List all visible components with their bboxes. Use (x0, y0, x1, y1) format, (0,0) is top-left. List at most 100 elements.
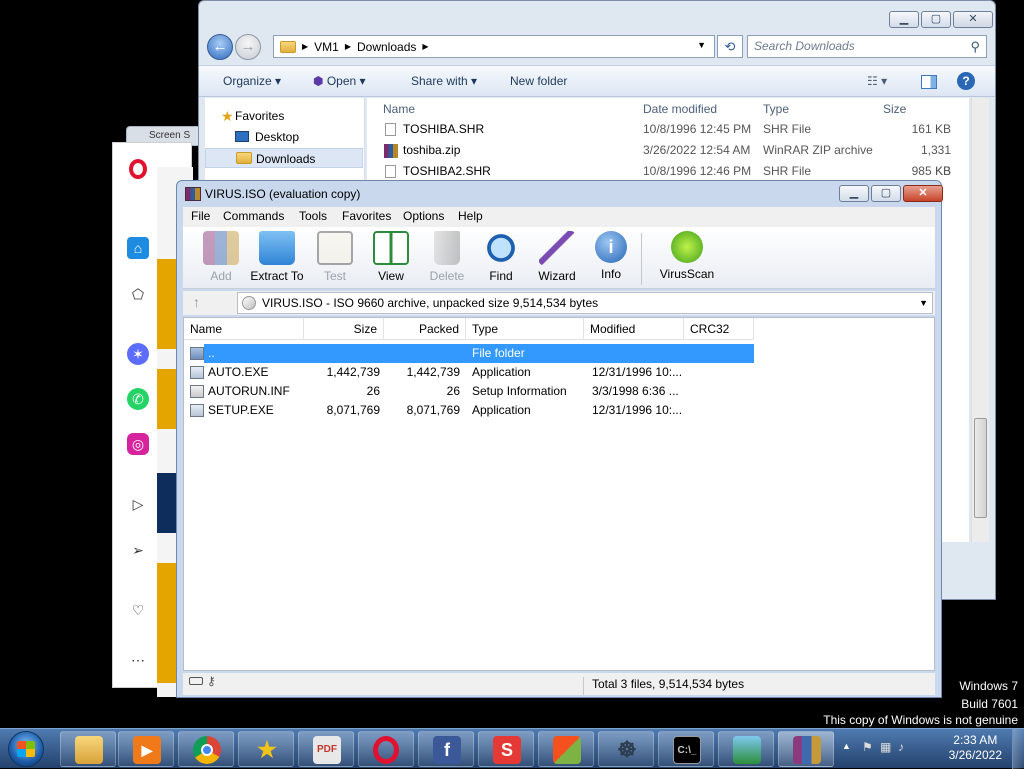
wizard-button[interactable]: Wizard (527, 231, 587, 283)
back-button[interactable]: ← (207, 34, 233, 60)
close-button[interactable]: ✕ (953, 11, 993, 28)
up-one-level-icon[interactable]: ↑ (193, 294, 200, 310)
winrar-window[interactable]: VIRUS.ISO (evaluation copy) ▁ ▢ ✕ File C… (176, 180, 943, 698)
heart-icon[interactable]: ♡ (127, 599, 149, 621)
minimize-button[interactable]: ▁ (839, 185, 869, 202)
taskbar-ccleaner[interactable]: ☸ (598, 731, 654, 767)
taskbar-opera[interactable] (358, 731, 414, 767)
add-button[interactable]: Add (191, 231, 251, 283)
winrar-app-icon (185, 187, 201, 201)
column-header-modified[interactable]: Modified (584, 318, 684, 340)
taskbar-app-s[interactable]: S (478, 731, 534, 767)
menu-commands[interactable]: Commands (223, 209, 284, 223)
key-icon: ⚷ (207, 674, 216, 688)
maximize-icon: ▢ (880, 187, 892, 199)
address-dropdown-icon[interactable]: ▼ (697, 40, 706, 50)
file-row[interactable]: TOSHIBA.SHR 10/8/1996 12:45 PM SHR File … (367, 119, 967, 140)
maximize-button[interactable]: ▢ (871, 185, 901, 202)
minimize-button[interactable]: ▁ (889, 11, 919, 28)
test-button[interactable]: Test (305, 231, 365, 283)
open-menu[interactable]: ⬢ Open ▾ (313, 74, 366, 88)
share-with-menu[interactable]: Share with ▾ (411, 74, 477, 88)
column-header-crc32[interactable]: CRC32 (684, 318, 754, 340)
new-folder-button[interactable]: New folder (510, 74, 567, 88)
nav-favorites[interactable]: ★ Favorites (205, 106, 363, 126)
menu-help[interactable]: Help (458, 209, 483, 223)
menu-file[interactable]: File (191, 209, 210, 223)
taskbar-media-player[interactable]: ▶ (118, 731, 174, 767)
path-dropdown-icon[interactable]: ▼ (919, 293, 928, 313)
taskbar-chrome[interactable] (178, 731, 234, 767)
home-icon[interactable]: ⌂ (127, 237, 149, 259)
pinboard-icon[interactable]: ⬠ (127, 283, 149, 305)
column-header-type[interactable]: Type (763, 102, 789, 116)
parent-folder-row[interactable]: .. File folder (186, 344, 754, 363)
extract-to-button[interactable]: Extract To (247, 231, 307, 283)
view-button[interactable]: View (361, 231, 421, 283)
archive-path-field[interactable]: VIRUS.ISO - ISO 9660 archive, unpacked s… (237, 292, 933, 314)
menu-tools[interactable]: Tools (299, 209, 327, 223)
winrar-toolbar: Add Extract To Test View Delete Find Wiz… (183, 227, 935, 289)
scrollbar-thumb[interactable] (974, 418, 987, 518)
maximize-icon: ▢ (930, 13, 942, 25)
taskbar-facebook[interactable]: f (418, 731, 474, 767)
taskbar-pdf[interactable]: PDF (298, 731, 354, 767)
column-header-name[interactable]: Name (383, 102, 415, 116)
refresh-button[interactable]: ⟲ (717, 35, 743, 58)
nav-downloads[interactable]: Downloads (205, 148, 363, 168)
find-button[interactable]: Find (471, 231, 531, 283)
start-button[interactable] (2, 731, 50, 767)
forward-button[interactable]: → (235, 34, 261, 60)
file-list-scrollbar[interactable] (971, 98, 989, 542)
archive-row-autorun-inf[interactable]: AUTORUN.INF 26 26 Setup Information 3/3/… (186, 382, 934, 401)
preview-pane-icon[interactable] (921, 75, 937, 89)
archive-row-auto-exe[interactable]: AUTO.EXE 1,442,739 1,442,739 Application… (186, 363, 934, 382)
taskbar-explorer[interactable] (60, 731, 116, 767)
network-tray-icon[interactable]: ▦ (880, 740, 891, 754)
messenger-icon[interactable]: ✶ (127, 343, 149, 365)
column-header-packed[interactable]: Packed (384, 318, 466, 340)
delete-button[interactable]: Delete (417, 231, 477, 283)
volume-icon[interactable]: ♪ (898, 740, 904, 754)
taskbar-network[interactable] (718, 731, 774, 767)
taskbar-favorites[interactable]: ★ (238, 731, 294, 767)
address-bar[interactable]: ▶ VM1 ▶ Downloads ▶ ▼ (273, 35, 715, 58)
help-icon[interactable]: ? (957, 72, 975, 90)
show-desktop-button[interactable] (1012, 729, 1024, 769)
more-icon[interactable]: ⋯ (127, 649, 149, 671)
breadcrumb-downloads[interactable]: Downloads (357, 40, 416, 54)
maximize-button[interactable]: ▢ (921, 11, 951, 28)
taskbar-cmd[interactable]: C:\_ (658, 731, 714, 767)
send-icon[interactable]: ➢ (127, 539, 149, 561)
show-hidden-icons[interactable]: ▲ (842, 741, 851, 751)
menu-options[interactable]: Options (403, 209, 444, 223)
nav-desktop[interactable]: Desktop (205, 127, 363, 147)
search-icon: ⚲ (970, 39, 980, 54)
column-header-date[interactable]: Date modified (643, 102, 717, 116)
instagram-icon[interactable]: ◎ (127, 433, 149, 455)
window-title: VIRUS.ISO (evaluation copy) (205, 187, 361, 201)
player-icon[interactable]: ▷ (127, 493, 149, 515)
virusscan-button[interactable]: VirusScan (649, 231, 725, 281)
organize-menu[interactable]: Organize ▾ (223, 74, 281, 88)
menu-favorites[interactable]: Favorites (342, 209, 391, 223)
folder-icon (75, 736, 103, 764)
whatsapp-icon[interactable]: ✆ (127, 388, 149, 410)
clock[interactable]: 2:33 AM 3/26/2022 (949, 733, 1002, 763)
view-options-icon[interactable]: ☷ ▾ (867, 74, 887, 88)
file-row[interactable]: TOSHIBA2.SHR 10/8/1996 12:46 PM SHR File… (367, 161, 967, 182)
column-header-size[interactable]: Size (304, 318, 384, 340)
column-header-name[interactable]: Name (184, 318, 304, 340)
action-center-icon[interactable]: ⚑ (862, 740, 873, 754)
taskbar-winrar[interactable] (778, 731, 834, 767)
search-input[interactable]: Search Downloads ⚲ (747, 35, 987, 58)
explorer-window-controls: ▁ ▢ ✕ (889, 11, 993, 28)
taskbar-chat-app[interactable] (538, 731, 594, 767)
file-row[interactable]: toshiba.zip 3/26/2022 12:54 AM WinRAR ZI… (367, 140, 967, 178)
breadcrumb-vm1[interactable]: VM1 (314, 40, 339, 54)
info-button[interactable]: i Info (581, 231, 641, 281)
column-header-size[interactable]: Size (883, 102, 906, 116)
column-header-type[interactable]: Type (466, 318, 584, 340)
archive-row-setup-exe[interactable]: SETUP.EXE 8,071,769 8,071,769 Applicatio… (186, 401, 934, 420)
close-button[interactable]: ✕ (903, 185, 943, 202)
